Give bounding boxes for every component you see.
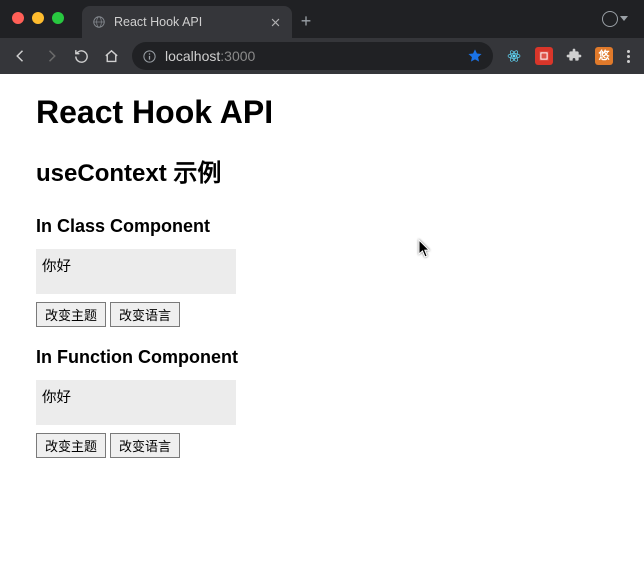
reload-button[interactable]	[72, 47, 90, 65]
close-window-icon[interactable]	[12, 12, 24, 24]
function-greeting-box: 你好	[36, 380, 236, 425]
class-greeting-box: 你好	[36, 249, 236, 294]
extensions-menu-icon[interactable]	[565, 47, 583, 65]
tab-title: React Hook API	[114, 15, 260, 29]
function-component-heading: In Function Component	[36, 347, 608, 368]
minimize-window-icon[interactable]	[32, 12, 44, 24]
maximize-window-icon[interactable]	[52, 12, 64, 24]
browser-tab[interactable]: React Hook API	[82, 6, 292, 38]
globe-icon	[92, 15, 106, 29]
profile-icon	[602, 11, 618, 27]
page-content: React Hook API useContext 示例 In Class Co…	[0, 74, 644, 478]
close-tab-icon[interactable]	[268, 15, 282, 29]
toolbar: localhost:3000 悠	[0, 38, 644, 74]
profile-menu[interactable]	[602, 11, 628, 32]
address-bar[interactable]: localhost:3000	[132, 42, 493, 70]
browser-menu-button[interactable]	[625, 50, 632, 63]
extension-react-devtools-icon[interactable]	[505, 47, 523, 65]
chevron-down-icon	[620, 16, 628, 21]
back-button[interactable]	[12, 47, 30, 65]
page-title: React Hook API	[36, 94, 608, 131]
home-button[interactable]	[102, 47, 120, 65]
class-button-row: 改变主题 改变语言	[36, 302, 608, 327]
function-button-row: 改变主题 改变语言	[36, 433, 608, 458]
change-language-button[interactable]: 改变语言	[110, 302, 180, 327]
change-language-button[interactable]: 改变语言	[110, 433, 180, 458]
browser-chrome: React Hook API + localhost:3000	[0, 0, 644, 74]
forward-button[interactable]	[42, 47, 60, 65]
site-info-icon[interactable]	[142, 49, 157, 64]
url-text: localhost:3000	[165, 48, 255, 64]
function-greeting-text: 你好	[42, 390, 71, 406]
change-theme-button[interactable]: 改变主题	[36, 302, 106, 327]
mouse-cursor-icon	[418, 239, 432, 264]
class-component-heading: In Class Component	[36, 216, 608, 237]
url-port: :3000	[220, 48, 255, 64]
new-tab-button[interactable]: +	[292, 4, 320, 38]
titlebar: React Hook API +	[0, 0, 644, 38]
class-greeting-text: 你好	[42, 259, 71, 275]
bookmark-star-icon[interactable]	[467, 48, 483, 64]
section-title: useContext 示例	[36, 153, 608, 188]
url-host: localhost	[165, 48, 220, 64]
window-controls	[12, 12, 64, 24]
change-theme-button[interactable]: 改变主题	[36, 433, 106, 458]
extension-badge-icon[interactable]: 悠	[595, 47, 613, 65]
extension-red-icon[interactable]	[535, 47, 553, 65]
